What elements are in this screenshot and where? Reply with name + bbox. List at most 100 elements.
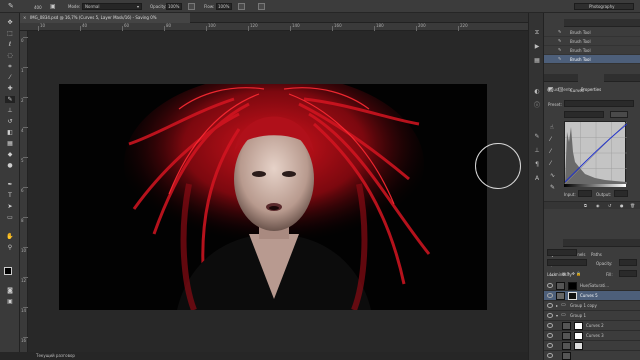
dodge-icon[interactable]: ●	[5, 162, 15, 169]
tab-history[interactable]: History	[544, 19, 565, 37]
output-value-field[interactable]: 255	[614, 190, 628, 208]
visibility-icon[interactable]: ●	[620, 204, 624, 208]
character-panel-icon[interactable]: A	[533, 175, 541, 182]
mask-thumbnail[interactable]	[568, 282, 577, 290]
reset-icon[interactable]: ↺	[608, 204, 611, 208]
pencil-icon[interactable]: ✎	[550, 185, 555, 191]
channel-select[interactable]: Blue	[564, 111, 604, 129]
brush-preset-icon[interactable]: ✎	[8, 3, 14, 10]
history-item[interactable]: ✎ Brush Tool	[544, 46, 640, 55]
close-icon[interactable]: ×	[23, 16, 26, 20]
visibility-eye-icon[interactable]	[547, 333, 553, 338]
eyedropper-icon[interactable]: ⁄	[550, 149, 551, 155]
chevron-right-icon[interactable]: ▸	[556, 304, 558, 308]
lock-pixels-icon[interactable]: ▦ ✎ ✥ 🔒	[562, 272, 581, 276]
quick-mask-icon[interactable]: ◙	[5, 287, 15, 294]
zoom-icon[interactable]: ⚲	[5, 244, 15, 251]
visibility-eye-icon[interactable]	[547, 323, 553, 328]
clone-source-icon[interactable]: ⊥	[533, 147, 541, 154]
mask-thumbnail[interactable]	[568, 292, 577, 300]
history-brush-icon[interactable]: ↺	[5, 118, 15, 125]
mask-thumbnail[interactable]	[574, 322, 583, 330]
shape-icon[interactable]: ▭	[5, 214, 15, 221]
visibility-eye-icon[interactable]	[547, 283, 553, 288]
input-value-field[interactable]: 252	[578, 190, 592, 208]
tab-properties[interactable]: Properties	[578, 74, 605, 92]
document-tab[interactable]: × IMG_0834.psd @ 16,7% (Curves 5, Layer …	[20, 13, 190, 23]
hand-icon[interactable]: ✋	[5, 233, 15, 240]
layer-row[interactable]: Curves 5	[544, 291, 640, 301]
stamp-icon[interactable]: ⊥	[5, 107, 15, 114]
mask-icon[interactable]: ▢	[558, 87, 564, 93]
visibility-eye-icon[interactable]	[547, 303, 553, 308]
flow-input[interactable]: 100%	[216, 3, 232, 10]
preset-select[interactable]: Custom	[564, 100, 634, 118]
visibility-eye-icon[interactable]	[547, 343, 553, 348]
target-adjust-icon[interactable]: ☝	[550, 125, 554, 131]
blend-mode-select[interactable]: Luminosity	[547, 259, 587, 277]
marquee-icon[interactable]: ⬚	[5, 30, 15, 37]
visibility-eye-icon[interactable]	[547, 293, 553, 298]
screen-mode-icon[interactable]: ▣	[5, 298, 15, 305]
paragraph-panel-icon[interactable]: ¶	[533, 161, 541, 168]
brush-panel-icon[interactable]: ▣	[50, 4, 56, 10]
layer-row[interactable]: Hue/Saturati...	[544, 281, 640, 291]
document-canvas[interactable]	[59, 84, 487, 310]
swatches-panel-icon[interactable]: ▦	[533, 57, 541, 64]
auto-button[interactable]: Auto	[610, 111, 628, 129]
layer-row[interactable]	[544, 351, 640, 360]
view-previous-icon[interactable]: ◉	[596, 204, 600, 208]
mask-thumbnail[interactable]	[574, 342, 583, 350]
layer-row[interactable]: ▸ ▭ Group 1 copy	[544, 301, 640, 311]
tab-layers[interactable]: Layers	[544, 239, 564, 257]
mask-thumbnail[interactable]	[574, 332, 583, 340]
opacity-input[interactable]: 100%	[166, 3, 182, 10]
brush-icon[interactable]: ✎	[5, 96, 15, 103]
pressure-opacity-icon[interactable]	[188, 3, 195, 10]
pen-icon[interactable]: ✒	[5, 181, 15, 188]
mode-select[interactable]: Normal ▾	[82, 3, 142, 10]
curve-edit-icon[interactable]: ∿	[550, 173, 555, 179]
lasso-icon[interactable]: ℓ	[5, 41, 15, 48]
airbrush-icon[interactable]	[238, 3, 245, 10]
tab-adjustments[interactable]: Adjustments	[544, 74, 575, 92]
eyedropper-icon[interactable]: ⁄	[550, 137, 551, 143]
trash-icon[interactable]: 🗑	[630, 204, 635, 208]
actions-panel-icon[interactable]: ▶	[533, 43, 541, 50]
tab-channels[interactable]: Channels	[564, 239, 589, 257]
path-select-icon[interactable]: ➤	[5, 203, 15, 210]
tab-paths[interactable]: Paths	[588, 239, 605, 257]
layer-row[interactable]: ▾ ▭ Group 1	[544, 311, 640, 321]
history-item[interactable]: ✎ Brush Tool	[544, 55, 640, 64]
layer-row[interactable]: Curves 3	[544, 331, 640, 341]
workspace-switcher[interactable]: Photography	[574, 3, 634, 10]
eyedropper-icon[interactable]: ⁄	[550, 161, 551, 167]
history-item[interactable]: ✎ Brush Tool	[544, 28, 640, 37]
brush-panel-icon[interactable]: ✎	[533, 133, 541, 140]
history-item[interactable]: ✎ Brush Tool	[544, 37, 640, 46]
visibility-eye-icon[interactable]	[547, 313, 553, 318]
adjustments-panel-icon[interactable]: ◐	[533, 88, 541, 95]
crop-icon[interactable]: ⌗	[5, 63, 15, 70]
gradient-icon[interactable]: ▦	[5, 140, 15, 147]
layer-opacity-field[interactable]: 100%	[619, 259, 637, 277]
quick-select-icon[interactable]: ◌	[5, 52, 15, 59]
visibility-eye-icon[interactable]	[547, 353, 553, 358]
layer-filter-kind[interactable]: ⚲ Kind	[547, 249, 577, 267]
layer-row[interactable]: Curves 2	[544, 321, 640, 331]
type-icon[interactable]: T	[5, 192, 15, 199]
foreground-color-swatch[interactable]	[4, 267, 12, 275]
curves-graph[interactable]	[564, 121, 628, 185]
history-panel-icon[interactable]: ⧖	[533, 29, 541, 36]
healing-icon[interactable]: ✚	[5, 85, 15, 92]
brush-size-value[interactable]: 400	[34, 6, 42, 10]
layer-row[interactable]	[544, 341, 640, 351]
pressure-size-icon[interactable]	[258, 3, 265, 10]
chevron-down-icon[interactable]: ▾	[556, 314, 558, 318]
move-icon[interactable]: ✥	[5, 19, 15, 26]
info-panel-icon[interactable]: ⓘ	[533, 102, 541, 109]
clip-to-layer-icon[interactable]: ⧉	[584, 204, 587, 208]
eraser-icon[interactable]: ◧	[5, 129, 15, 136]
fill-field[interactable]: 100%	[619, 270, 637, 288]
blur-icon[interactable]: ◆	[5, 151, 15, 158]
